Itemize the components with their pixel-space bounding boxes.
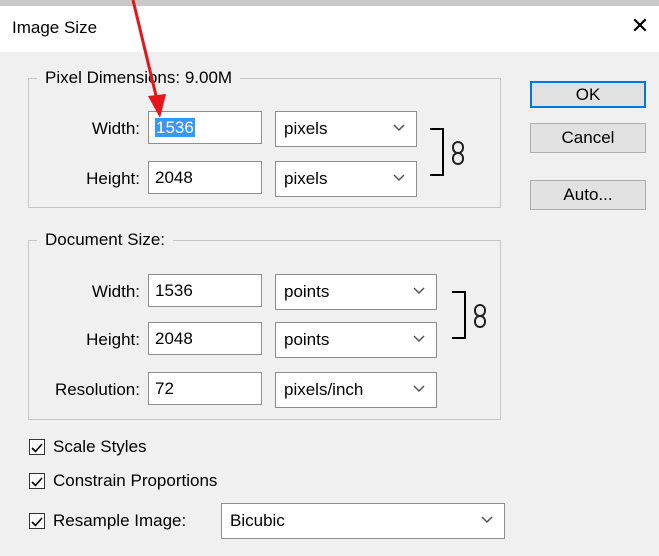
- resolution-label: Resolution:: [54, 380, 140, 399]
- title-bar: [0, 6, 659, 52]
- doc-height-unit: points: [284, 330, 330, 349]
- resample-image-checkbox[interactable]: [29, 513, 45, 529]
- doc-width-unit: points: [284, 282, 330, 301]
- pixel-width-label: Width:: [91, 119, 140, 138]
- pixel-height-unit-select[interactable]: pixels: [275, 161, 417, 197]
- close-icon[interactable]: ✕: [628, 12, 652, 40]
- constrain-proportions-label: Constrain Proportions: [53, 471, 218, 490]
- window-title: Image Size: [12, 18, 98, 37]
- document-size-label: Document Size:: [45, 230, 165, 249]
- pixel-link-bracket: [430, 128, 444, 176]
- doc-height-unit-select[interactable]: points: [275, 322, 437, 358]
- resolution-input[interactable]: 72: [148, 372, 262, 405]
- chevron-down-icon: [413, 385, 425, 393]
- chevron-down-icon: [393, 124, 405, 132]
- pixel-height-value: 2048: [155, 168, 193, 187]
- resolution-value: 72: [155, 379, 174, 398]
- scale-styles-label: Scale Styles: [53, 437, 147, 456]
- chevron-down-icon: [393, 174, 405, 182]
- pixel-width-input[interactable]: 1536: [148, 111, 262, 144]
- pixel-height-unit: pixels: [284, 169, 328, 188]
- doc-width-unit-select[interactable]: points: [275, 274, 437, 310]
- pixel-width-value: 1536: [155, 118, 195, 137]
- doc-width-label: Width:: [91, 282, 140, 301]
- chevron-down-icon: [481, 516, 493, 524]
- pixel-dimensions-size: 9.00M: [184, 68, 233, 87]
- resolution-unit: pixels/inch: [284, 380, 364, 399]
- pixel-dimensions-legend: Pixel Dimensions: 9.00M: [37, 68, 240, 88]
- chain-link-icon[interactable]: [450, 141, 466, 165]
- ok-button[interactable]: OK: [530, 81, 646, 108]
- pixel-height-label: Height:: [86, 169, 140, 188]
- checkmark-icon: [31, 477, 43, 487]
- checkmark-icon: [31, 517, 43, 527]
- resolution-unit-select[interactable]: pixels/inch: [275, 372, 437, 408]
- auto-button[interactable]: Auto...: [530, 180, 646, 210]
- resample-image-label: Resample Image:: [53, 511, 187, 530]
- doc-width-value: 1536: [155, 281, 193, 300]
- cancel-button[interactable]: Cancel: [530, 123, 646, 153]
- constrain-proportions-checkbox[interactable]: [29, 473, 45, 489]
- chevron-down-icon: [413, 287, 425, 295]
- doc-link-bracket: [452, 291, 466, 339]
- doc-height-input[interactable]: 2048: [148, 322, 262, 355]
- resample-method-select[interactable]: Bicubic: [221, 503, 505, 539]
- doc-width-input[interactable]: 1536: [148, 274, 262, 307]
- chain-link-icon[interactable]: [472, 304, 488, 328]
- chevron-down-icon: [413, 335, 425, 343]
- pixel-dimensions-label: Pixel Dimensions:: [45, 68, 181, 87]
- checkmark-icon: [31, 443, 43, 453]
- doc-height-label: Height:: [86, 330, 140, 349]
- resample-method: Bicubic: [230, 511, 285, 530]
- pixel-height-input[interactable]: 2048: [148, 161, 262, 194]
- pixel-width-unit-select[interactable]: pixels: [275, 111, 417, 147]
- scale-styles-checkbox[interactable]: [29, 439, 45, 455]
- doc-height-value: 2048: [155, 329, 193, 348]
- pixel-width-unit: pixels: [284, 119, 328, 138]
